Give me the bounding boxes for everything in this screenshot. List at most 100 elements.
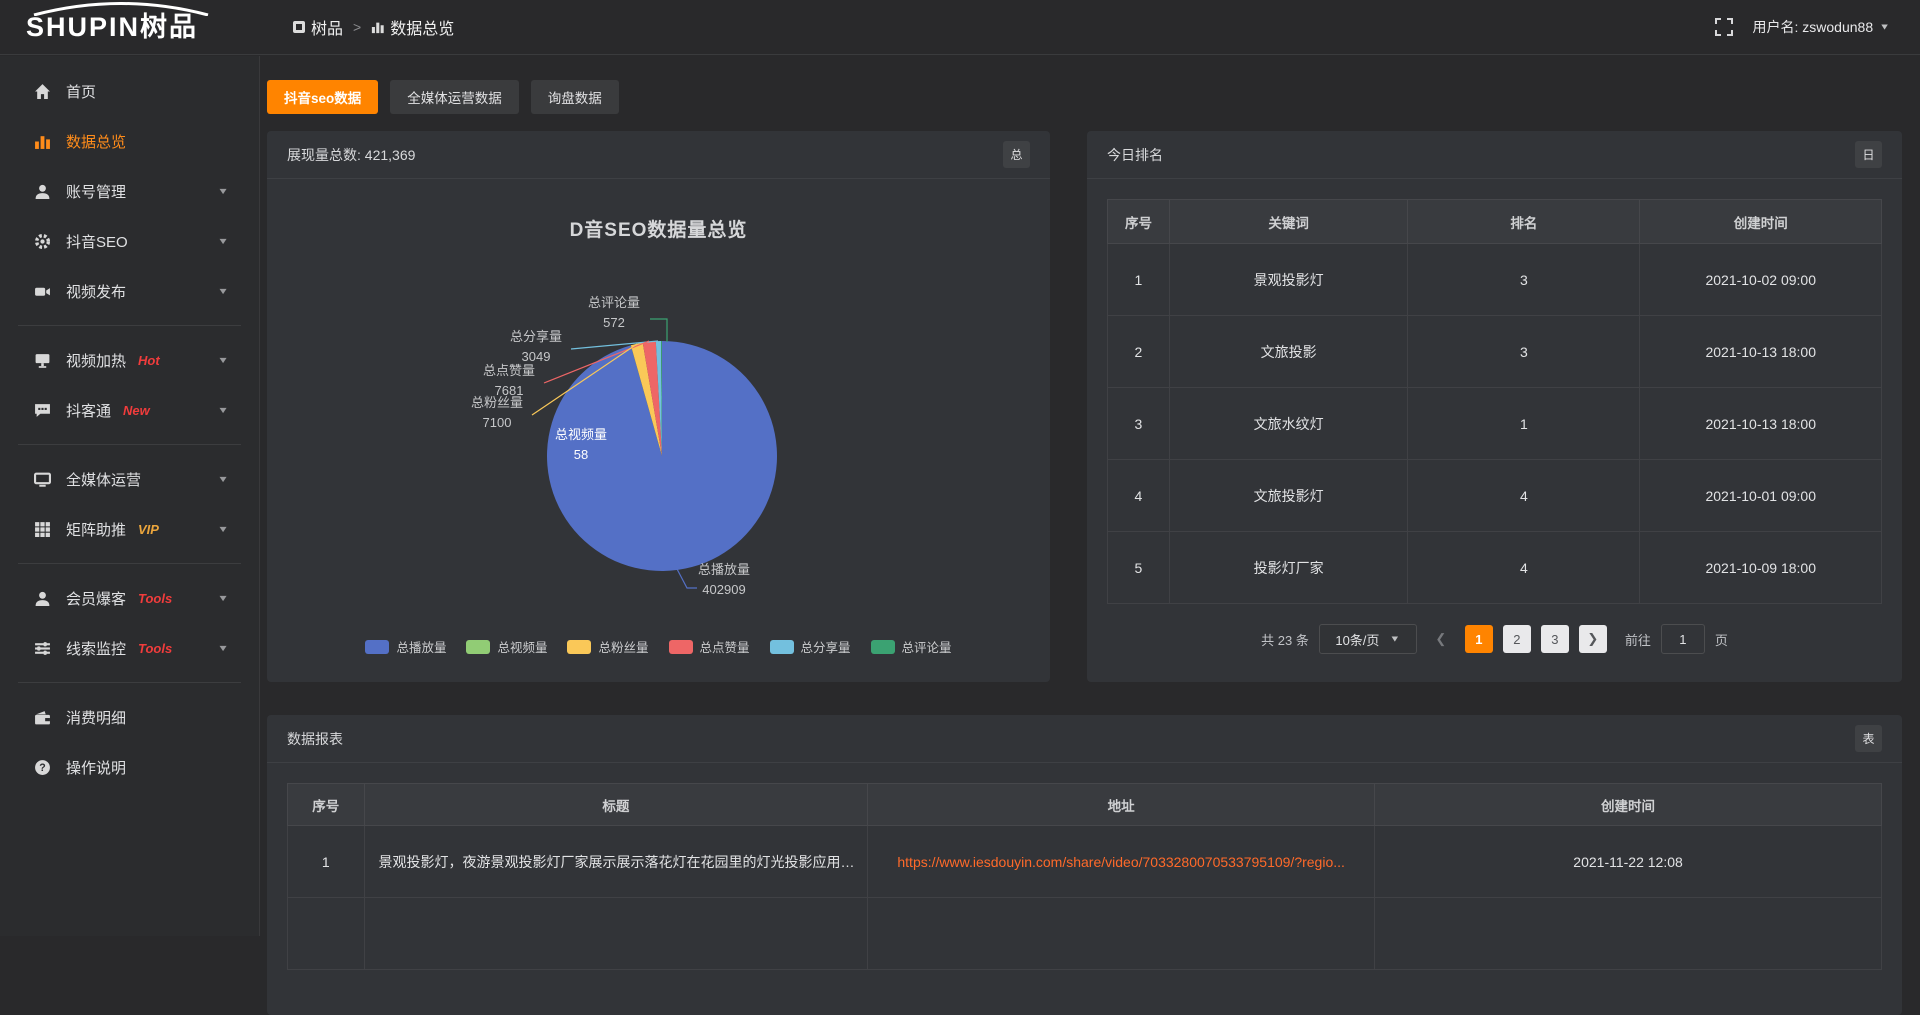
wallet-icon <box>34 709 51 726</box>
chevron-down-icon: ▼ <box>217 405 229 416</box>
hot-badge: Hot <box>138 353 160 368</box>
next-page-button[interactable]: ❯ <box>1579 625 1607 653</box>
legend-item-总分享量[interactable]: 总分享量 <box>770 637 851 656</box>
video-url-link[interactable]: https://www.iesdouyin.com/share/video/70… <box>897 854 1345 870</box>
legend-label: 总播放量 <box>396 637 446 656</box>
total-toggle-button[interactable]: 总 <box>1003 141 1030 168</box>
chevron-down-icon: ▼ <box>217 474 229 485</box>
question-circle-icon: ? <box>34 759 51 776</box>
page-button-3[interactable]: 3 <box>1541 625 1569 653</box>
monitor-icon <box>34 471 51 488</box>
legend-swatch <box>669 640 693 654</box>
sidebar-divider <box>18 563 241 564</box>
tab-bar: 抖音seo数据 全媒体运营数据 询盘数据 <box>267 80 1902 114</box>
breadcrumb-root[interactable]: 树品 <box>292 15 343 39</box>
chevron-down-icon: ▼ <box>217 524 229 535</box>
rank-table-row: 1景观投影灯 32021-10-02 09:00 <box>1108 244 1882 316</box>
today-rank-panel: 今日排名 日 序号 关键词 排名 创建时间 1景观投影灯 32021-10 <box>1087 131 1902 682</box>
report-table-header: 序号 标题 地址 创建时间 <box>288 784 1882 826</box>
tools-badge: Tools <box>138 591 172 606</box>
user-menu[interactable]: 用户名: zswodun88 ▼ <box>1753 17 1891 37</box>
legend-item-总播放量[interactable]: 总播放量 <box>365 637 446 656</box>
gear-icon <box>34 233 51 250</box>
sidebar-item-account[interactable]: 账号管理 ▼ <box>0 166 259 216</box>
top-bar: SHUPIN树品 树品 > 数据总览 用户名: zswodun88 ▼ <box>0 0 1920 55</box>
legend-item-总视频量[interactable]: 总视频量 <box>466 637 547 656</box>
chevron-down-icon: ▼ <box>217 236 229 247</box>
sidebar-divider <box>18 325 241 326</box>
report-table: 序号 标题 地址 创建时间 1 景观投影灯，夜游景观投影灯厂家展示展示落花灯在花… <box>287 783 1882 970</box>
chevron-down-icon: ▼ <box>217 355 229 366</box>
user-icon <box>34 590 51 607</box>
user-icon <box>34 183 51 200</box>
sidebar-item-video-heating[interactable]: 视频加热 Hot ▼ <box>0 335 259 385</box>
sidebar-item-matrix-boost[interactable]: 矩阵助推 VIP ▼ <box>0 504 259 554</box>
sidebar-item-lead-monitor[interactable]: 线索监控 Tools ▼ <box>0 623 259 673</box>
chevron-down-icon: ▼ <box>217 643 229 654</box>
pie-chart <box>267 179 1050 681</box>
report-table-row-partial <box>288 898 1882 970</box>
pagination: 共 23 条 10条/页 ▼ ❮ 1 2 3 ❯ 前往 页 <box>1087 624 1902 654</box>
sidebar-item-douyin-seo[interactable]: 抖音SEO ▼ <box>0 216 259 266</box>
sidebar-item-member-burst[interactable]: 会员爆客 Tools ▼ <box>0 573 259 623</box>
sidebar: 首页 数据总览 账号管理 ▼ 抖音SEO ▼ 视频发布 ▼ 视频加热 Hot ▼… <box>0 56 260 936</box>
chevron-down-icon: ▼ <box>217 186 229 197</box>
chevron-down-icon: ▼ <box>1389 634 1400 644</box>
sidebar-item-data-overview[interactable]: 数据总览 <box>0 116 259 166</box>
sidebar-item-video-publish[interactable]: 视频发布 ▼ <box>0 266 259 316</box>
page-button-2[interactable]: 2 <box>1503 625 1531 653</box>
chevron-down-icon: ▼ <box>217 286 229 297</box>
sidebar-item-help[interactable]: ? 操作说明 <box>0 742 259 792</box>
sidebar-item-home[interactable]: 首页 <box>0 66 259 116</box>
logo-arc <box>28 2 214 16</box>
legend-swatch <box>871 640 895 654</box>
goto-label: 前往 <box>1625 630 1651 649</box>
legend-label: 总分享量 <box>801 637 851 656</box>
page-size-select[interactable]: 10条/页 ▼ <box>1319 624 1417 654</box>
page-button-1[interactable]: 1 <box>1465 625 1493 653</box>
fullscreen-icon[interactable] <box>1715 18 1733 36</box>
vip-badge: VIP <box>138 522 159 537</box>
impressions-total-label: 展现量总数: 421,369 <box>287 145 415 165</box>
app-square-icon <box>292 20 306 34</box>
video-camera-icon <box>34 283 51 300</box>
rank-panel-title: 今日排名 <box>1107 145 1163 165</box>
legend-label: 总视频量 <box>497 637 547 656</box>
sidebar-item-all-media[interactable]: 全媒体运营 ▼ <box>0 454 259 504</box>
pie-label-plays: 总播放量402909 <box>669 560 779 600</box>
tab-all-media-data[interactable]: 全媒体运营数据 <box>390 80 519 114</box>
legend-label: 总粉丝量 <box>598 637 648 656</box>
legend-item-总粉丝量[interactable]: 总粉丝量 <box>567 637 648 656</box>
goto-page-input[interactable] <box>1661 624 1705 654</box>
tools-badge: Tools <box>138 641 172 656</box>
rank-table-row: 5投影灯厂家 42021-10-09 18:00 <box>1108 532 1882 604</box>
legend-swatch <box>365 640 389 654</box>
legend-item-总点赞量[interactable]: 总点赞量 <box>669 637 750 656</box>
sidebar-item-consumption[interactable]: 消费明细 <box>0 692 259 742</box>
legend-label: 总评论量 <box>902 637 952 656</box>
bar-chart-icon <box>34 133 51 150</box>
chat-bubble-icon <box>34 402 51 419</box>
username-label: 用户名: zswodun88 <box>1753 17 1874 37</box>
pie-chart-area: D音SEO数据量总览 总评论量572 总分享量3049 总点赞量7681 <box>267 179 1050 681</box>
home-icon <box>34 83 51 100</box>
report-table-row: 1 景观投影灯，夜游景观投影灯厂家展示展示落花灯在花园里的灯光投影应用效果 # … <box>288 826 1882 898</box>
svg-text:?: ? <box>39 762 45 774</box>
day-toggle-button[interactable]: 日 <box>1855 141 1882 168</box>
sidebar-item-douketong[interactable]: 抖客通 New ▼ <box>0 385 259 435</box>
breadcrumb-separator: > <box>351 19 363 35</box>
grid-icon <box>34 521 51 538</box>
rank-table-header: 序号 关键词 排名 创建时间 <box>1108 200 1882 244</box>
bar-chart-icon <box>371 20 385 34</box>
goto-unit: 页 <box>1715 630 1728 649</box>
legend-item-总评论量[interactable]: 总评论量 <box>871 637 952 656</box>
tab-inquiry-data[interactable]: 询盘数据 <box>531 80 619 114</box>
rank-table-row: 2文旅投影 32021-10-13 18:00 <box>1108 316 1882 388</box>
chart-legend: 总播放量 总视频量 总粉丝量 总点赞量 总分享量 总评论量 <box>267 637 1050 656</box>
data-report-panel: 数据报表 表 序号 标题 地址 创建时间 1 景观投影灯，夜游景观投影灯厂家展示… <box>267 715 1902 1015</box>
impressions-chart-panel: 展现量总数: 421,369 总 D音SEO数据量总览 总评论量572 总分享 <box>267 131 1050 682</box>
tab-douyin-seo-data[interactable]: 抖音seo数据 <box>267 80 378 114</box>
table-toggle-button[interactable]: 表 <box>1855 725 1882 752</box>
prev-page-button[interactable]: ❮ <box>1427 625 1455 653</box>
sidebar-divider <box>18 682 241 683</box>
